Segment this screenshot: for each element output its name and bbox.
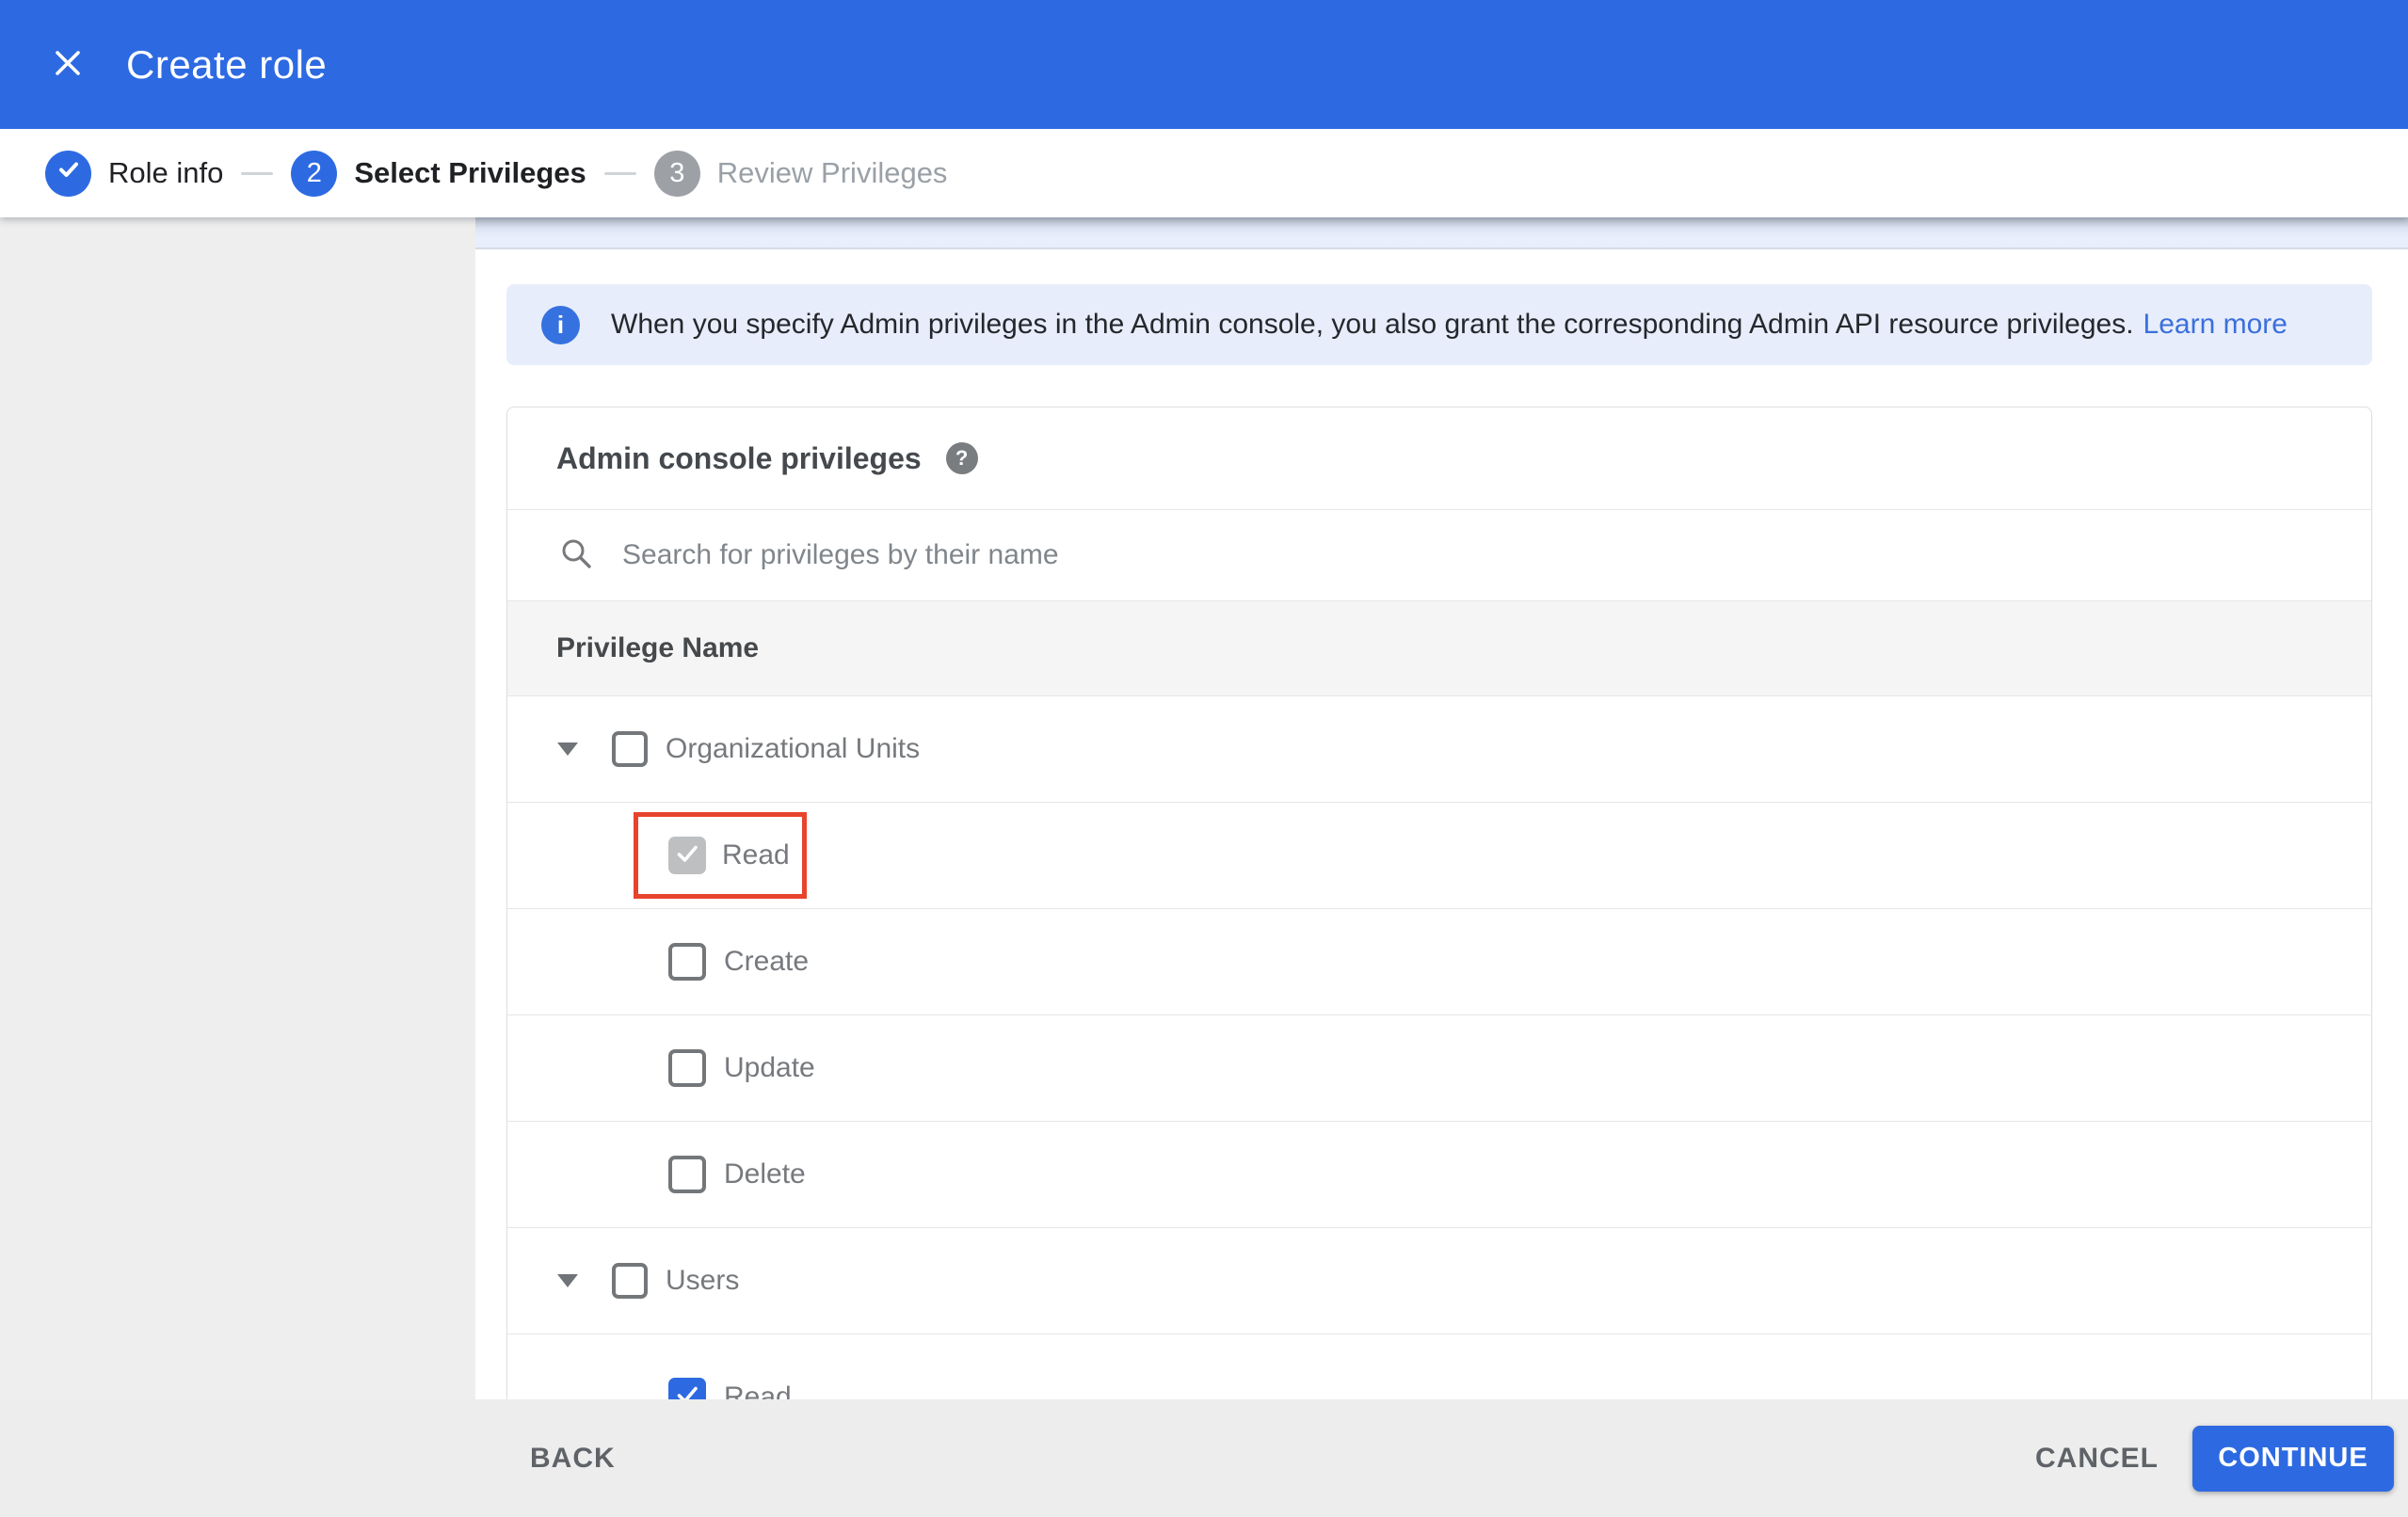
scrolled-banner-edge (475, 217, 2408, 249)
privilege-label: Read (724, 1381, 792, 1399)
continue-button[interactable]: CONTINUE (2192, 1425, 2394, 1492)
dialog-title: Create role (126, 41, 328, 87)
step-review-privileges[interactable]: 3 Review Privileges (653, 150, 948, 197)
back-button[interactable]: BACK (530, 1443, 616, 1475)
collapse-arrow-icon[interactable] (557, 743, 578, 756)
privilege-label: Delete (724, 1158, 806, 1190)
privilege-row-users: Users (507, 1227, 2371, 1333)
main-content: i When you specify Admin privileges in t… (475, 217, 2408, 1399)
privilege-row-users-read: Read (507, 1333, 2371, 1399)
cancel-button[interactable]: CANCEL (2035, 1443, 2159, 1475)
app-bar: Create role (0, 0, 2408, 129)
ou-read-checkbox[interactable] (668, 837, 706, 874)
step-number-circle: 2 (291, 150, 338, 197)
privilege-name-column-header: Privilege Name (507, 600, 2371, 695)
privileges-search-row (507, 509, 2371, 600)
privilege-row-organizational-units: Organizational Units (507, 695, 2371, 802)
close-icon (52, 47, 84, 82)
admin-console-privileges-card: Admin console privileges ? Privilege Nam… (506, 407, 2372, 1399)
stepper: Role info 2 Select Privileges 3 Review P… (0, 129, 2408, 217)
step-select-privileges[interactable]: 2 Select Privileges (291, 150, 586, 197)
column-header-label: Privilege Name (556, 632, 760, 663)
privilege-label: Organizational Units (666, 733, 921, 764)
ou-create-checkbox[interactable] (668, 943, 706, 981)
privilege-row-ou-update: Update (507, 1014, 2371, 1121)
search-icon (558, 535, 594, 576)
users-checkbox[interactable] (612, 1263, 648, 1299)
footer-bar: BACK CANCEL CONTINUE (0, 1399, 2408, 1517)
ou-update-checkbox[interactable] (668, 1049, 706, 1087)
learn-more-link[interactable]: Learn more (2143, 309, 2288, 340)
collapse-arrow-icon[interactable] (557, 1274, 578, 1287)
step-connector (241, 171, 274, 175)
highlight-box: Read (634, 812, 807, 899)
info-banner-message: When you specify Admin privileges in the… (611, 309, 2134, 340)
help-icon[interactable]: ? (945, 442, 978, 474)
privilege-label: Users (666, 1265, 740, 1296)
privilege-label: Read (722, 839, 790, 870)
info-banner-text: When you specify Admin privileges in the… (611, 309, 2288, 341)
info-banner: i When you specify Admin privileges in t… (506, 284, 2372, 365)
step-number-circle: 3 (653, 150, 700, 197)
privilege-row-ou-create: Create (507, 908, 2371, 1014)
step-completed-circle (45, 150, 91, 197)
step-label: Select Privileges (354, 156, 586, 189)
create-role-dialog: Create role Role info 2 Select Privilege… (0, 0, 2408, 1517)
organizational-units-checkbox[interactable] (612, 731, 648, 767)
check-icon (672, 838, 702, 873)
privilege-label: Update (724, 1052, 815, 1083)
info-icon: i (541, 305, 580, 344)
step-label: Role info (108, 156, 224, 189)
step-label: Review Privileges (716, 156, 948, 189)
close-button[interactable] (47, 44, 88, 86)
privilege-row-ou-delete: Delete (507, 1121, 2371, 1227)
privilege-label: Create (724, 946, 810, 977)
privileges-search-input[interactable] (622, 539, 2034, 571)
check-icon (55, 155, 83, 191)
users-read-checkbox[interactable] (668, 1378, 706, 1399)
card-title: Admin console privileges (556, 440, 922, 475)
left-panel (0, 217, 475, 1399)
step-role-info[interactable]: Role info (45, 150, 224, 197)
ou-delete-checkbox[interactable] (668, 1156, 706, 1193)
card-header: Admin console privileges ? (507, 407, 2371, 509)
privilege-row-ou-read: Read (507, 802, 2371, 908)
check-icon (672, 1380, 702, 1399)
step-connector (603, 171, 636, 175)
